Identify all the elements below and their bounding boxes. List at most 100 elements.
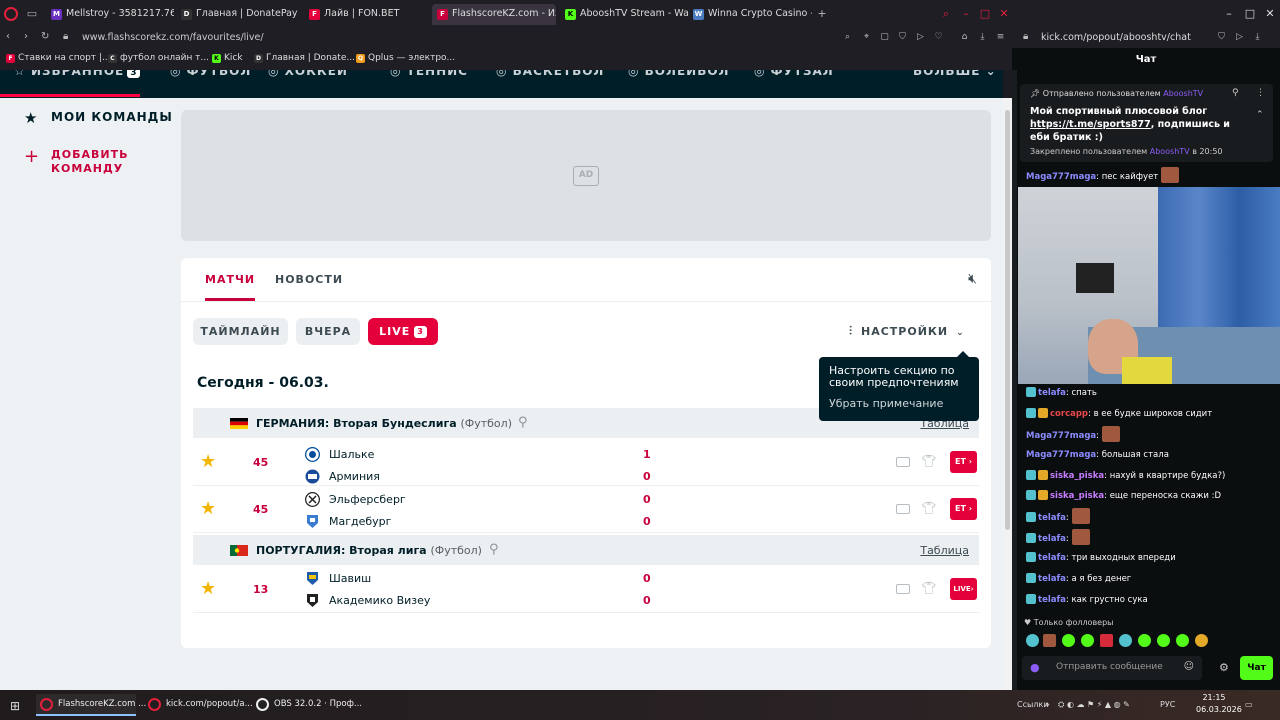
tv-icon[interactable] xyxy=(896,584,910,594)
emote-icon[interactable] xyxy=(1100,634,1113,647)
back-icon[interactable]: ‹ xyxy=(6,31,10,42)
dismiss-tooltip-link[interactable]: Убрать примечание xyxy=(829,397,969,410)
emote-icon[interactable] xyxy=(1081,634,1094,647)
heart-icon[interactable]: ♡ xyxy=(933,32,944,43)
lineup-shirt-icon[interactable]: 👕︎ xyxy=(921,454,936,468)
tab-kick[interactable]: K AbooshTV Stream - Watch xyxy=(560,4,688,25)
emote-icon[interactable] xyxy=(1138,634,1151,647)
match-row[interactable]: ★ 13 Шавиш Академико Визеу 0 0 👕︎ LIVE› xyxy=(193,567,979,613)
lineup-shirt-icon[interactable]: 👕︎ xyxy=(921,501,936,515)
play-icon[interactable]: ▷ xyxy=(915,32,926,43)
tray-icons[interactable]: ⛭ ◐ ☁ ⚑ ⚡ ▲ ◍ ✎ xyxy=(1058,700,1130,710)
tabs-icon[interactable]: ▭ xyxy=(26,8,38,20)
nav-tennis[interactable]: ◎ ТЕННИС xyxy=(390,70,468,78)
tab-matches[interactable]: МАТЧИ xyxy=(205,273,256,301)
sound-mute-icon[interactable]: 🔇︎ xyxy=(968,271,977,287)
pin-icon[interactable]: ⌖ xyxy=(861,32,872,43)
chat-scrollbar[interactable] xyxy=(1012,70,1017,690)
bet-button[interactable]: ET › xyxy=(950,451,977,473)
download-icon[interactable]: ⤓ xyxy=(1252,32,1263,43)
taskbar-app-flashscore[interactable]: FlashscoreKZ.com ... xyxy=(36,694,146,716)
emote-icon[interactable] xyxy=(1176,634,1189,647)
page-scrollbar[interactable] xyxy=(1003,98,1012,690)
bookmark-item[interactable]: Q Qplus — электро... xyxy=(356,53,455,63)
nav-futsal[interactable]: ◎ ФУТЗАЛ xyxy=(754,70,834,78)
url-field[interactable]: www.flashscorekz.com/favourites/live/ xyxy=(82,32,264,43)
tray-links[interactable]: Ссылки xyxy=(1017,700,1048,709)
pin-icon[interactable]: ⚲ xyxy=(518,415,528,430)
minimize-icon[interactable]: – xyxy=(959,7,973,21)
emote-icon[interactable] xyxy=(1043,634,1056,647)
tab-flashscore[interactable]: F FlashscoreKZ.com - Избр xyxy=(432,4,556,25)
bookmark-item[interactable]: K Kick xyxy=(212,53,243,63)
maximize-icon[interactable]: □ xyxy=(978,7,992,21)
league-name[interactable]: ПОРТУГАЛИЯ: Вторая лига (Футбол) xyxy=(256,544,482,557)
favorite-star-icon[interactable]: ★ xyxy=(200,453,216,471)
more-options-icon[interactable]: ⋮ xyxy=(1256,88,1265,98)
match-row[interactable]: ★ 45 Шальке Арминия 1 0 👕︎ ET › xyxy=(193,440,979,486)
tab-news[interactable]: НОВОСТИ xyxy=(275,273,343,286)
filter-yesterday[interactable]: ВЧЕРА xyxy=(296,318,360,345)
emote-icon[interactable] xyxy=(1157,634,1170,647)
tab-mellstroy[interactable]: M Mellstroy - 3581217.76270 xyxy=(46,4,174,25)
wallet-icon[interactable]: ⌂ xyxy=(959,32,970,43)
shield-icon[interactable]: ⛉ xyxy=(1216,32,1227,43)
filter-timeline[interactable]: ТАЙМЛАЙН xyxy=(193,318,288,345)
reload-icon[interactable]: ↻ xyxy=(41,31,49,42)
taskbar-clock[interactable]: 21:15 06.03.2026 xyxy=(1196,692,1242,716)
download-icon[interactable]: ⤓ xyxy=(977,32,988,43)
tab-fonbet[interactable]: F Лайв | FON.BET xyxy=(304,4,428,25)
bet-button[interactable]: ET › xyxy=(950,498,977,520)
bookmark-item[interactable]: F Ставки на спорт |... xyxy=(6,53,111,63)
nav-basketball[interactable]: ◎ БАСКЕТБОЛ xyxy=(496,70,604,78)
nav-football[interactable]: ◎ ФУТБОЛ xyxy=(170,70,251,78)
add-team-button[interactable]: + ДОБАВИТЬ КОМАНДУ xyxy=(24,148,164,176)
emote-icon[interactable] xyxy=(1119,634,1132,647)
standings-link[interactable]: Таблица xyxy=(920,544,969,557)
opera-logo-icon[interactable] xyxy=(4,7,18,21)
my-teams-heading[interactable]: ★ МОИ КОМАНДЫ xyxy=(24,109,173,127)
maximize-icon[interactable]: □ xyxy=(1243,7,1257,21)
snapshot-icon[interactable]: ▢ xyxy=(879,32,890,43)
zoom-icon[interactable]: ⌕ xyxy=(842,32,853,43)
bet-button[interactable]: LIVE› xyxy=(950,578,977,600)
lineup-shirt-icon[interactable]: 👕︎ xyxy=(921,581,936,595)
tab-donatepay[interactable]: D Главная | DonatePay xyxy=(176,4,304,25)
windows-start-icon[interactable]: ⊞ xyxy=(10,699,20,713)
pin-icon[interactable]: ⚲ xyxy=(1232,88,1239,98)
filter-live[interactable]: LIVE 3 xyxy=(368,318,438,345)
url-field-popout[interactable]: kick.com/popout/abooshtv/chat xyxy=(1041,32,1191,43)
pinned-link[interactable]: https://t.me/sports877 xyxy=(1030,119,1151,130)
shield-icon[interactable]: ⛉ xyxy=(897,32,908,43)
nav-favorites[interactable]: ☆ ИЗБРАННОЕ 3 xyxy=(14,70,141,78)
emote-icon[interactable] xyxy=(1026,634,1039,647)
tab-winna[interactable]: W Winna Crypto Casino - Be xyxy=(688,4,812,25)
notifications-icon[interactable]: ▭ xyxy=(1245,700,1253,709)
nav-more[interactable]: БОЛЬШЕ ⌄ xyxy=(913,70,997,78)
emote-icon[interactable] xyxy=(1195,634,1208,647)
taskbar-app-obs[interactable]: OBS 32.0.2 · Проф... xyxy=(252,694,362,716)
scrollbar-thumb[interactable] xyxy=(1005,110,1010,530)
bookmark-item[interactable]: C футбол онлайн т... xyxy=(108,53,209,63)
bookmark-item[interactable]: D Главная | Donate... xyxy=(254,53,355,63)
taskbar-app-kick[interactable]: kick.com/popout/a... xyxy=(144,694,253,716)
favorite-star-icon[interactable]: ★ xyxy=(200,580,216,598)
stream-video[interactable] xyxy=(1018,187,1280,384)
match-row[interactable]: ★ 45 Эльферсберг Магдебург 0 0 👕︎ ET › xyxy=(193,487,979,533)
nav-hockey[interactable]: ◎ ХОККЕЙ xyxy=(268,70,348,78)
gear-icon[interactable]: ⚙ xyxy=(1219,661,1229,674)
favorite-star-icon[interactable]: ★ xyxy=(200,500,216,518)
new-tab-icon[interactable]: + xyxy=(815,7,829,21)
chat-input[interactable]: ● Отправить сообщение ☺ xyxy=(1022,656,1202,680)
microphone-icon[interactable]: ● xyxy=(1030,661,1040,674)
league-header[interactable]: ПОРТУГАЛИЯ: Вторая лига (Футбол) ⚲ Табли… xyxy=(193,535,979,565)
tv-icon[interactable] xyxy=(896,457,910,467)
chevron-up-icon[interactable]: ⌃ xyxy=(1256,110,1264,120)
league-name[interactable]: ГЕРМАНИЯ: Вторая Бундеслига (Футбол) xyxy=(256,417,512,430)
tv-icon[interactable] xyxy=(896,504,910,514)
minimize-icon[interactable]: – xyxy=(1222,7,1236,21)
nav-volleyball[interactable]: ◎ ВОЛЕЙБОЛ xyxy=(628,70,730,78)
emoji-icon[interactable]: ☺ xyxy=(1184,661,1194,672)
settings-button[interactable]: ⫶ НАСТРОЙКИ ⌄ xyxy=(849,324,965,339)
forward-icon[interactable]: › xyxy=(24,31,28,42)
